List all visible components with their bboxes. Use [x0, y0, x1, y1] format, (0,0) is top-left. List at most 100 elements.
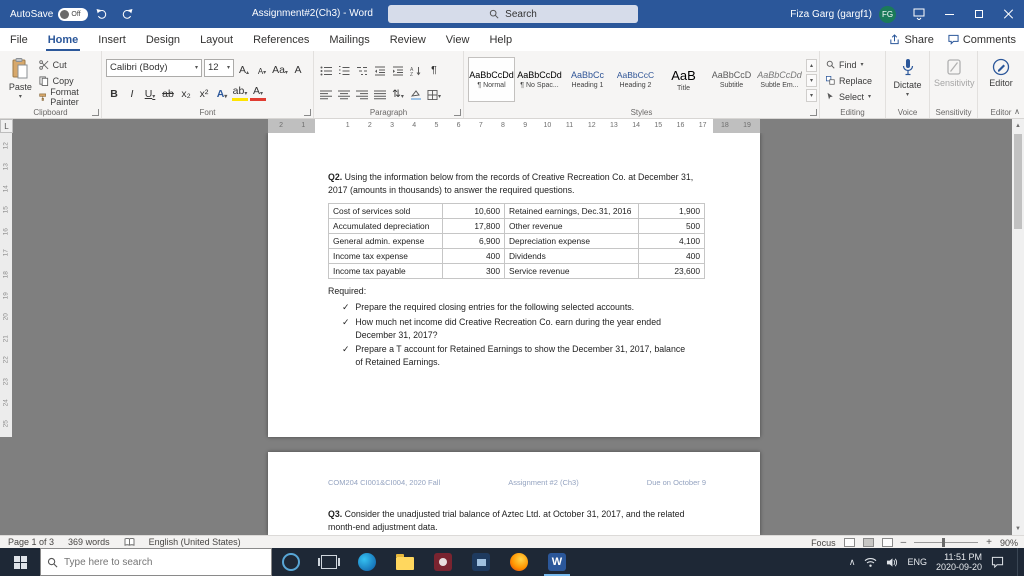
clock[interactable]: 11:51 PM 2020-09-20 [936, 552, 982, 573]
replace-button[interactable]: Replace [824, 73, 874, 88]
word-taskbar-button[interactable]: W [538, 548, 576, 576]
horizontal-ruler[interactable]: 2 1 1 2 3 4 5 6 7 8 9 10 11 12 13 14 15 16 17 18 19 [268, 119, 760, 133]
text-effects-button[interactable]: A ▾ [214, 83, 230, 101]
style-heading-1[interactable]: AaBbCc Heading 1 [564, 57, 611, 102]
zoom-out-button[interactable]: – [901, 537, 907, 548]
cut-button[interactable]: Cut [37, 57, 97, 72]
vertical-ruler[interactable]: 12 13 14 15 16 17 18 19 20 21 22 23 24 25 [0, 133, 12, 437]
shading-button[interactable] [408, 83, 424, 101]
font-size-combobox[interactable]: 12 ▾ [204, 58, 234, 77]
ribbon-display-options-button[interactable] [904, 0, 934, 28]
collapse-ribbon-button[interactable]: ∧ [1014, 107, 1020, 116]
tab-view[interactable]: View [436, 28, 480, 51]
taskbar-search-input[interactable] [64, 556, 244, 568]
strikethrough-button[interactable]: ab [160, 83, 176, 101]
app-navy-button[interactable] [462, 548, 500, 576]
scrollbar-thumb[interactable] [1014, 134, 1022, 229]
tab-design[interactable]: Design [136, 28, 190, 51]
autosave-toggle[interactable]: AutoSave Off [10, 7, 89, 21]
tray-expand-button[interactable]: ∧ [849, 557, 856, 568]
editor-button[interactable]: Editor [982, 55, 1020, 104]
tab-layout[interactable]: Layout [190, 28, 243, 51]
paste-button[interactable]: Paste ▾ [4, 55, 37, 104]
find-button[interactable]: Find ▾ [824, 57, 874, 72]
sort-button[interactable]: AZ [408, 59, 424, 77]
minimize-button[interactable] [934, 0, 964, 28]
input-language-indicator[interactable]: ENG [907, 557, 927, 567]
style-title[interactable]: AaB Title [660, 57, 707, 102]
tab-mailings[interactable]: Mailings [319, 28, 379, 51]
action-center-icon[interactable] [991, 556, 1004, 568]
font-color-button[interactable]: A ▾ [250, 83, 266, 101]
word-count[interactable]: 369 words [68, 537, 110, 547]
superscript-button[interactable]: x² [196, 83, 212, 101]
highlight-button[interactable]: ab ▾ [232, 83, 248, 101]
shrink-font-button[interactable]: A ▾ [254, 59, 270, 77]
share-button[interactable]: Share [889, 34, 934, 46]
decrease-indent-button[interactable] [372, 59, 388, 77]
vertical-scrollbar[interactable]: ▲ ▼ [1012, 119, 1024, 535]
align-center-button[interactable] [336, 83, 352, 101]
subscript-button[interactable]: x₂ [178, 83, 194, 101]
task-view-button[interactable] [310, 548, 348, 576]
comments-button[interactable]: Comments [948, 34, 1016, 46]
borders-button[interactable]: ▾ [426, 83, 442, 101]
zoom-slider[interactable] [914, 538, 979, 547]
tab-stop-selector[interactable]: L [0, 119, 13, 133]
file-explorer-button[interactable] [386, 548, 424, 576]
select-button[interactable]: Select ▾ [824, 89, 874, 104]
scroll-up-arrow[interactable]: ▲ [1012, 119, 1024, 132]
volume-icon[interactable] [886, 557, 898, 568]
bullets-button[interactable] [318, 59, 334, 77]
zoom-in-button[interactable]: + [986, 537, 992, 548]
line-spacing-button[interactable]: ⇅ ▾ [390, 83, 406, 101]
tab-review[interactable]: Review [380, 28, 436, 51]
justify-button[interactable] [372, 83, 388, 101]
numbering-button[interactable] [336, 59, 352, 77]
proofing-icon[interactable] [124, 537, 135, 547]
tab-home[interactable]: Home [38, 28, 89, 51]
style-normal[interactable]: AaBbCcDd ¶ Normal [468, 57, 515, 102]
user-avatar[interactable]: FG [879, 5, 896, 23]
align-left-button[interactable] [318, 83, 334, 101]
web-layout-button[interactable] [881, 538, 893, 547]
sensitivity-button[interactable]: Sensitivity [934, 55, 975, 104]
styles-scroll-up-button[interactable]: ▴ [806, 59, 817, 72]
style-subtle-emphasis[interactable]: AaBbCcDd Subtle Em... [756, 57, 803, 102]
page-indicator[interactable]: Page 1 of 3 [8, 537, 54, 547]
show-desktop-button[interactable] [1017, 548, 1020, 576]
bold-button[interactable]: B [106, 83, 122, 101]
tab-file[interactable]: File [0, 28, 38, 51]
accounts-table[interactable]: Cost of services sold 10,600 Retained earn… [328, 203, 705, 279]
app-maroon-button[interactable] [424, 548, 462, 576]
format-painter-button[interactable]: Format Painter [37, 87, 97, 107]
document-page-1[interactable]: Q2. Using the information below from the… [268, 133, 760, 437]
firefox-button[interactable] [500, 548, 538, 576]
show-paragraph-marks-button[interactable]: ¶ [426, 59, 442, 77]
increase-indent-button[interactable] [390, 59, 406, 77]
autosave-switch[interactable]: Off [58, 7, 89, 21]
tab-help[interactable]: Help [479, 28, 522, 51]
focus-mode-button[interactable]: Focus [811, 538, 836, 548]
undo-button[interactable] [88, 0, 114, 28]
font-name-combobox[interactable]: Calibri (Body) ▾ [106, 58, 202, 77]
style-subtitle[interactable]: AaBbCcD Subtitle [708, 57, 755, 102]
multilevel-list-button[interactable] [354, 59, 370, 77]
restore-button[interactable] [964, 0, 994, 28]
scroll-down-arrow[interactable]: ▼ [1012, 522, 1024, 535]
dictate-button[interactable]: Dictate ▾ [890, 55, 925, 104]
taskbar-search[interactable] [40, 548, 272, 576]
language-indicator[interactable]: English (United States) [149, 537, 241, 547]
style-heading-2[interactable]: AaBbCcC Heading 2 [612, 57, 659, 102]
tab-insert[interactable]: Insert [88, 28, 136, 51]
clear-formatting-button[interactable]: A [290, 59, 306, 77]
read-mode-button[interactable] [843, 538, 855, 547]
redo-button[interactable] [114, 0, 140, 28]
close-button[interactable] [994, 0, 1024, 28]
styles-more-button[interactable]: ▾ [806, 89, 817, 102]
search-box[interactable]: Search [388, 5, 638, 23]
edge-browser-button[interactable] [348, 548, 386, 576]
print-layout-button[interactable] [862, 538, 874, 547]
grow-font-button[interactable]: A ▴ [236, 59, 252, 77]
underline-button[interactable]: U ▾ [142, 83, 158, 101]
